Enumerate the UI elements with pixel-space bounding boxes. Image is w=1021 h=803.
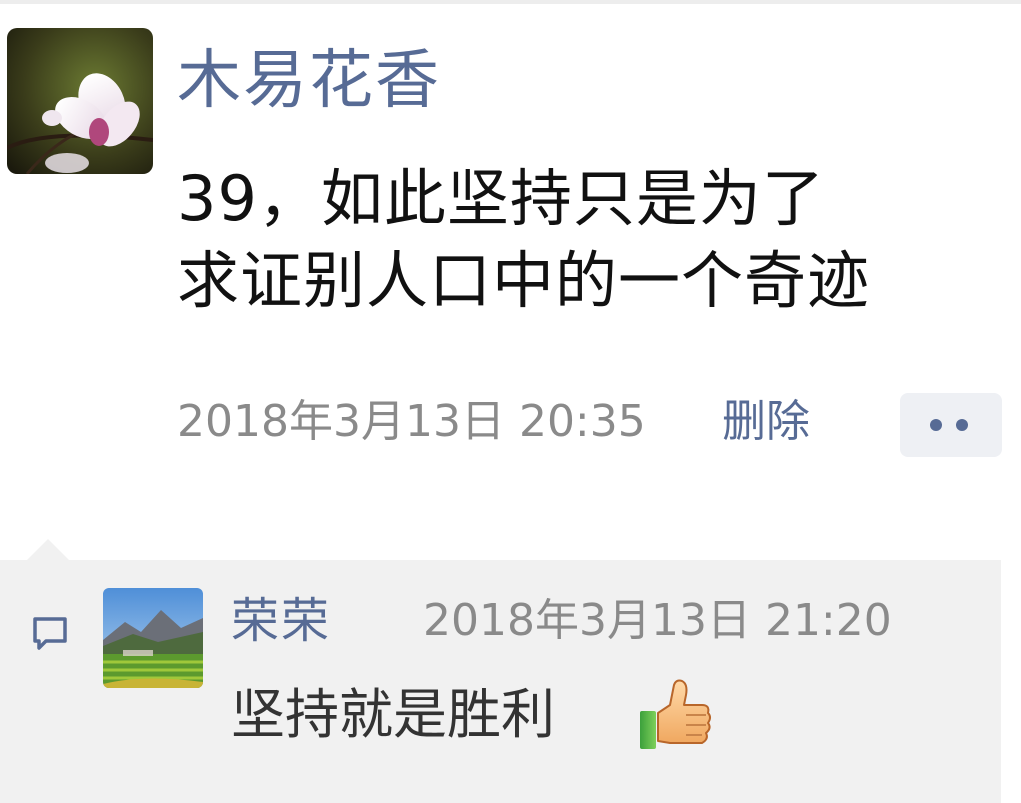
comment-text: 坚持就是胜利 xyxy=(231,683,555,746)
comment-timestamp: 2018年3月13日 21:20 xyxy=(423,595,892,646)
post-content: 39，如此坚持只是为了 求证别人口中的一个奇迹 xyxy=(177,158,1021,322)
landscape-avatar-image xyxy=(103,588,203,688)
post-content-line: 39，如此坚持只是为了 xyxy=(177,162,825,235)
comment-panel-arrow xyxy=(26,539,70,561)
commenter-name[interactable]: 荣荣 xyxy=(231,588,331,654)
more-actions-button[interactable] xyxy=(900,393,1002,457)
top-divider xyxy=(0,0,1021,4)
thumbs-up-icon xyxy=(636,675,716,755)
poster-avatar[interactable] xyxy=(7,28,153,174)
moments-post: 木易花香 39，如此坚持只是为了 求证别人口中的一个奇迹 2018年3月13日 … xyxy=(0,0,1021,803)
commenter-avatar[interactable] xyxy=(103,588,203,688)
post-timestamp: 2018年3月13日 20:35 xyxy=(177,396,646,447)
delete-link[interactable]: 删除 xyxy=(722,392,810,452)
more-dots-icon xyxy=(956,419,968,431)
comment-bubble-icon xyxy=(30,613,70,653)
magnolia-avatar-image xyxy=(7,28,153,174)
post-content-line: 求证别人口中的一个奇迹 xyxy=(177,244,871,317)
more-dots-icon xyxy=(930,419,942,431)
poster-name[interactable]: 木易花香 xyxy=(177,36,441,126)
